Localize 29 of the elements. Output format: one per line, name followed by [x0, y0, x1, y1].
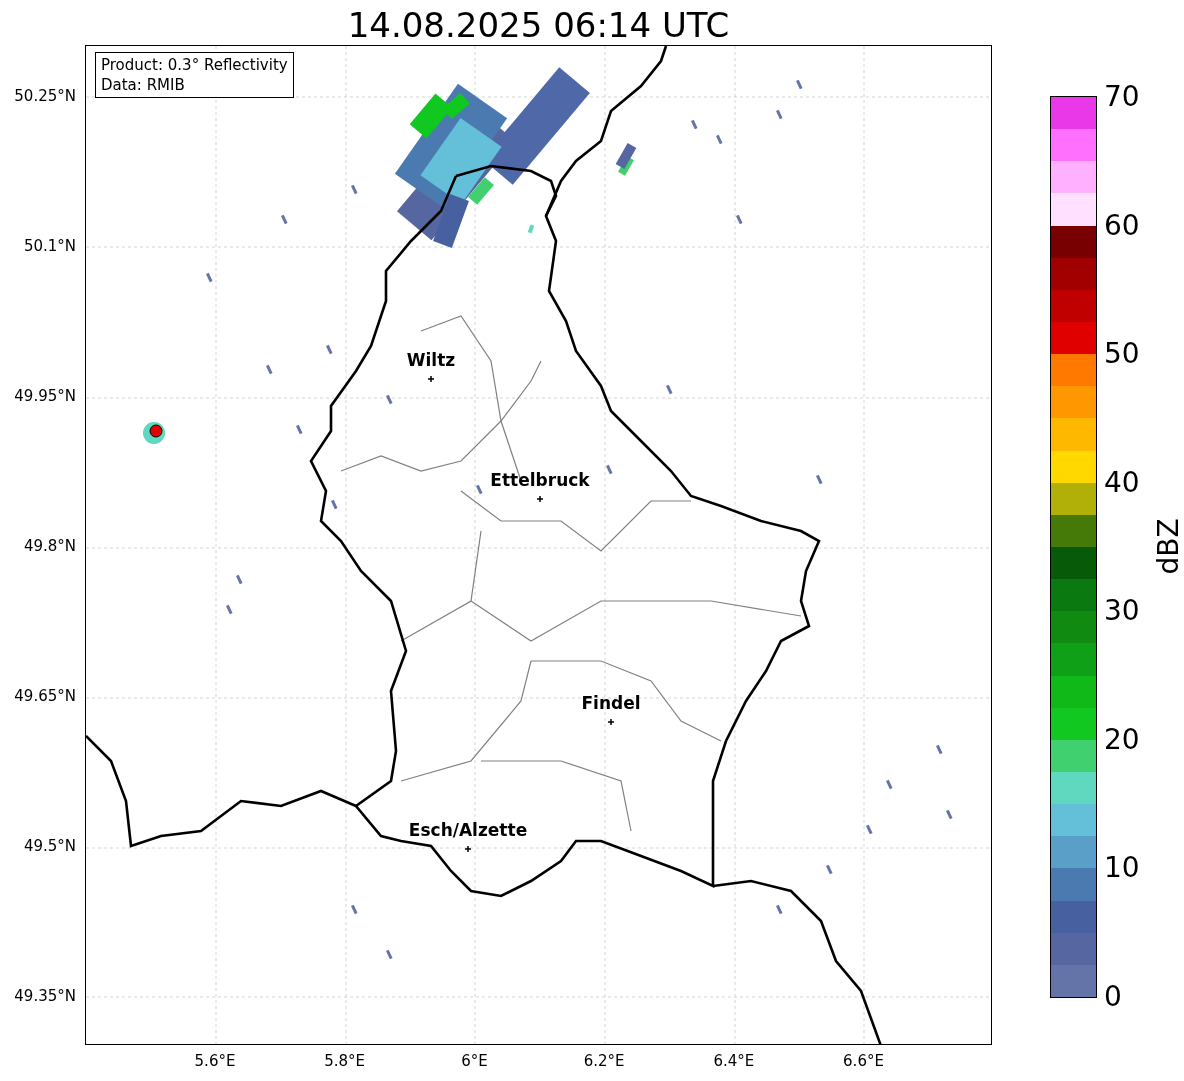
colorbar-tick: 0 [1104, 979, 1122, 1013]
tick-label: 49.65°N [14, 687, 76, 705]
colorbar-label: dBZ [1151, 518, 1184, 575]
colorbar-tick: 20 [1104, 722, 1140, 756]
city-label: Ettelbruck [490, 470, 590, 490]
tick-label: 6°E [461, 1052, 488, 1070]
colorbar-tick: 50 [1104, 336, 1140, 370]
tick-label: 50.25°N [14, 87, 76, 105]
tick-label: 50.1°N [23, 237, 76, 255]
tick-label: 6.4°E [713, 1052, 755, 1070]
colorbar-tick: 70 [1104, 79, 1140, 113]
info-text: Data: RMIB [101, 75, 186, 95]
tick-label: 5.6°E [194, 1052, 236, 1070]
tick-label: 5.8°E [324, 1052, 366, 1070]
city-label: Wiltz [406, 350, 456, 370]
tick-label: 49.5°N [23, 837, 76, 855]
tick-label: 49.8°N [23, 537, 76, 555]
info-text: Product: 0.3° Reflectivity [101, 55, 288, 75]
city-label: Findel [581, 693, 641, 713]
tick-label: 6.6°E [843, 1052, 884, 1070]
tick-label: 49.95°N [14, 387, 76, 405]
tick-label: 6.2°E [583, 1052, 625, 1070]
colorbar-tick: 40 [1104, 465, 1140, 499]
colorbar-tick: 10 [1104, 850, 1140, 884]
city-label: Esch/Alzette [408, 820, 528, 840]
colorbar-tick: 30 [1104, 593, 1140, 627]
tick-label: 49.35°N [14, 987, 76, 1005]
chart-title: 14.08.2025 06:14 UTC [346, 4, 731, 46]
colorbar-tick: 60 [1104, 208, 1140, 242]
